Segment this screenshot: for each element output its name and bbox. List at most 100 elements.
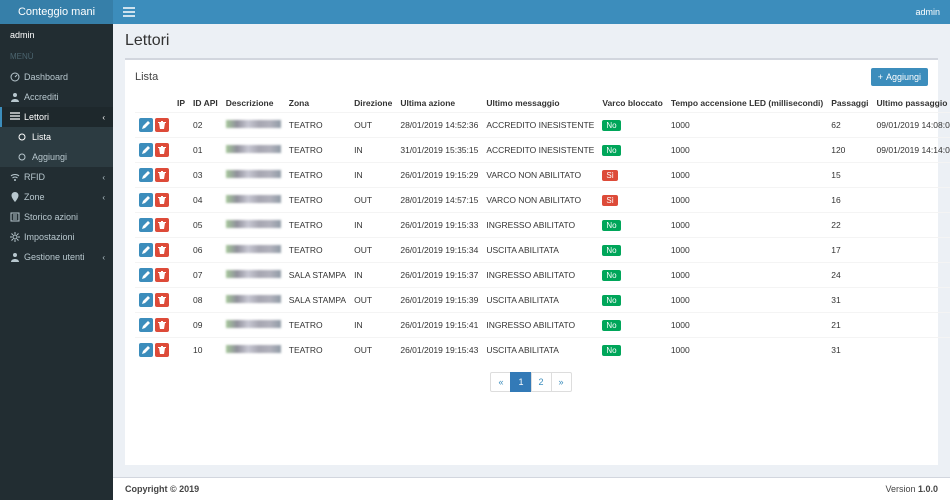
cell-ultimo-passaggio xyxy=(873,313,950,338)
cell-ultimo-passaggio xyxy=(873,338,950,363)
col-header: Ultimo passaggio xyxy=(873,94,950,113)
cell-ultima-azione: 28/01/2019 14:57:15 xyxy=(396,188,482,213)
edit-button[interactable] xyxy=(139,268,153,282)
circle-o-icon xyxy=(18,153,32,161)
cell-direzione: IN xyxy=(350,138,396,163)
delete-button[interactable] xyxy=(155,343,169,357)
sidebar-item-dashboard[interactable]: Dashboard xyxy=(0,67,113,87)
sidebar-item-label: Gestione utenti xyxy=(24,252,85,262)
cell-zona: TEATRO xyxy=(285,313,350,338)
chevron-left-icon: ‹ xyxy=(102,193,105,202)
edit-button[interactable] xyxy=(139,318,153,332)
cell-ip xyxy=(173,338,189,363)
cell-ultimo-passaggio xyxy=(873,238,950,263)
edit-button[interactable] xyxy=(139,218,153,232)
edit-button[interactable] xyxy=(139,193,153,207)
cell-zona: TEATRO xyxy=(285,138,350,163)
sidebar-item-gestione-utenti[interactable]: Gestione utenti ‹ xyxy=(0,247,113,267)
delete-button[interactable] xyxy=(155,318,169,332)
col-header: Tempo accensione LED (millisecondi) xyxy=(667,94,827,113)
menu-toggle-icon[interactable] xyxy=(123,7,135,17)
cell-ip xyxy=(173,163,189,188)
chevron-left-icon: ‹ xyxy=(102,253,105,262)
sidebar-item-impostazioni[interactable]: Impostazioni xyxy=(0,227,113,247)
cell-ultima-azione: 28/01/2019 14:52:36 xyxy=(396,113,482,138)
cell-ip xyxy=(173,188,189,213)
table-row: 04TEATROOUT28/01/2019 14:57:15VARCO NON … xyxy=(135,188,950,213)
cell-direzione: IN xyxy=(350,313,396,338)
cell-ultima-azione: 26/01/2019 19:15:43 xyxy=(396,338,482,363)
delete-button[interactable] xyxy=(155,243,169,257)
delete-button[interactable] xyxy=(155,268,169,282)
cell-ultimo-messaggio: INGRESSO ABILITATO xyxy=(482,213,598,238)
page-prev[interactable]: « xyxy=(490,372,511,392)
add-button[interactable]: + Aggiungi xyxy=(871,68,928,86)
delete-button[interactable] xyxy=(155,193,169,207)
cell-descrizione xyxy=(222,263,285,288)
cell-passaggi: 31 xyxy=(827,288,872,313)
cell-zona: TEATRO xyxy=(285,163,350,188)
sidebar-subitem-aggiungi[interactable]: Aggiungi xyxy=(0,147,113,167)
cell-ultimo-messaggio: USCITA ABILITATA xyxy=(482,338,598,363)
chevron-left-icon: ‹ xyxy=(102,173,105,182)
cell-passaggi: 62 xyxy=(827,113,872,138)
delete-button[interactable] xyxy=(155,218,169,232)
cell-descrizione xyxy=(222,238,285,263)
cell-led: 1000 xyxy=(667,138,827,163)
cell-zona: TEATRO xyxy=(285,188,350,213)
col-header: Varco bloccato xyxy=(598,94,666,113)
table-row: 09TEATROIN26/01/2019 19:15:41INGRESSO AB… xyxy=(135,313,950,338)
app-logo[interactable]: Conteggio mani xyxy=(0,0,113,24)
pagination: «12» xyxy=(125,362,938,406)
sidebar-item-lettori[interactable]: Lettori‹ xyxy=(0,107,113,127)
edit-button[interactable] xyxy=(139,118,153,132)
cell-passaggi: 22 xyxy=(827,213,872,238)
cell-varco-bloccato: No xyxy=(598,213,666,238)
cell-led: 1000 xyxy=(667,263,827,288)
cell-idapi: 04 xyxy=(189,188,222,213)
col-header: Zona xyxy=(285,94,350,113)
delete-button[interactable] xyxy=(155,293,169,307)
footer-right: Version 1.0.0 xyxy=(885,484,938,494)
cell-idapi: 09 xyxy=(189,313,222,338)
plus-icon: + xyxy=(878,72,883,82)
cell-idapi: 08 xyxy=(189,288,222,313)
cell-ultimo-passaggio xyxy=(873,163,950,188)
table-row: 10TEATROOUT26/01/2019 19:15:43USCITA ABI… xyxy=(135,338,950,363)
page-1[interactable]: 1 xyxy=(510,372,531,392)
cell-varco-bloccato: Sì xyxy=(598,188,666,213)
blocked-badge: No xyxy=(602,345,620,356)
sidebar-item-rfid[interactable]: RFID‹ xyxy=(0,167,113,187)
blocked-badge: No xyxy=(602,220,620,231)
cell-passaggi: 21 xyxy=(827,313,872,338)
data-table: IPID APIDescrizioneZonaDirezioneUltima a… xyxy=(135,94,950,362)
sidebar-subitem-lista[interactable]: Lista xyxy=(0,127,113,147)
blurred-text xyxy=(226,345,281,353)
cell-ultimo-passaggio xyxy=(873,213,950,238)
cell-descrizione xyxy=(222,338,285,363)
edit-button[interactable] xyxy=(139,343,153,357)
sidebar-item-accrediti[interactable]: Accrediti xyxy=(0,87,113,107)
page-2[interactable]: 2 xyxy=(531,372,552,392)
page-next[interactable]: » xyxy=(551,372,572,392)
delete-button[interactable] xyxy=(155,118,169,132)
dashboard-icon xyxy=(10,72,24,82)
sidebar-item-storico-azioni[interactable]: Storico azioni xyxy=(0,207,113,227)
edit-button[interactable] xyxy=(139,293,153,307)
cell-idapi: 06 xyxy=(189,238,222,263)
sidebar-item-zone[interactable]: Zone‹ xyxy=(0,187,113,207)
edit-button[interactable] xyxy=(139,168,153,182)
sidebar-user: admin xyxy=(0,24,113,46)
cell-descrizione xyxy=(222,313,285,338)
cell-varco-bloccato: Sì xyxy=(598,163,666,188)
cell-zona: SALA STAMPA xyxy=(285,263,350,288)
delete-button[interactable] xyxy=(155,143,169,157)
edit-button[interactable] xyxy=(139,143,153,157)
cell-zona: TEATRO xyxy=(285,213,350,238)
cell-ultimo-messaggio: INGRESSO ABILITATO xyxy=(482,263,598,288)
cell-direzione: OUT xyxy=(350,238,396,263)
delete-button[interactable] xyxy=(155,168,169,182)
edit-button[interactable] xyxy=(139,243,153,257)
table-row: 07SALA STAMPAIN26/01/2019 19:15:37INGRES… xyxy=(135,263,950,288)
topbar-user[interactable]: admin xyxy=(915,7,940,17)
